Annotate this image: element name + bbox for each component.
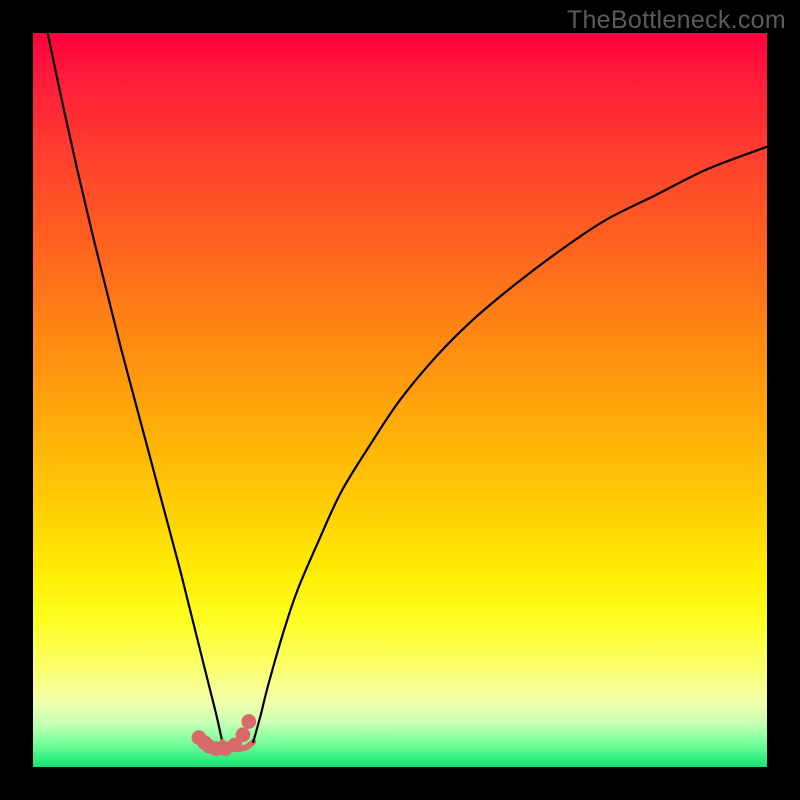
curve-right-branch [253, 147, 767, 742]
curve-left-branch [48, 33, 223, 742]
chart-overlay [33, 33, 767, 767]
valley-marker [236, 727, 251, 742]
chart-frame: TheBottleneck.com [0, 0, 800, 800]
valley-marker [241, 714, 256, 729]
watermark-text: TheBottleneck.com [567, 6, 786, 35]
